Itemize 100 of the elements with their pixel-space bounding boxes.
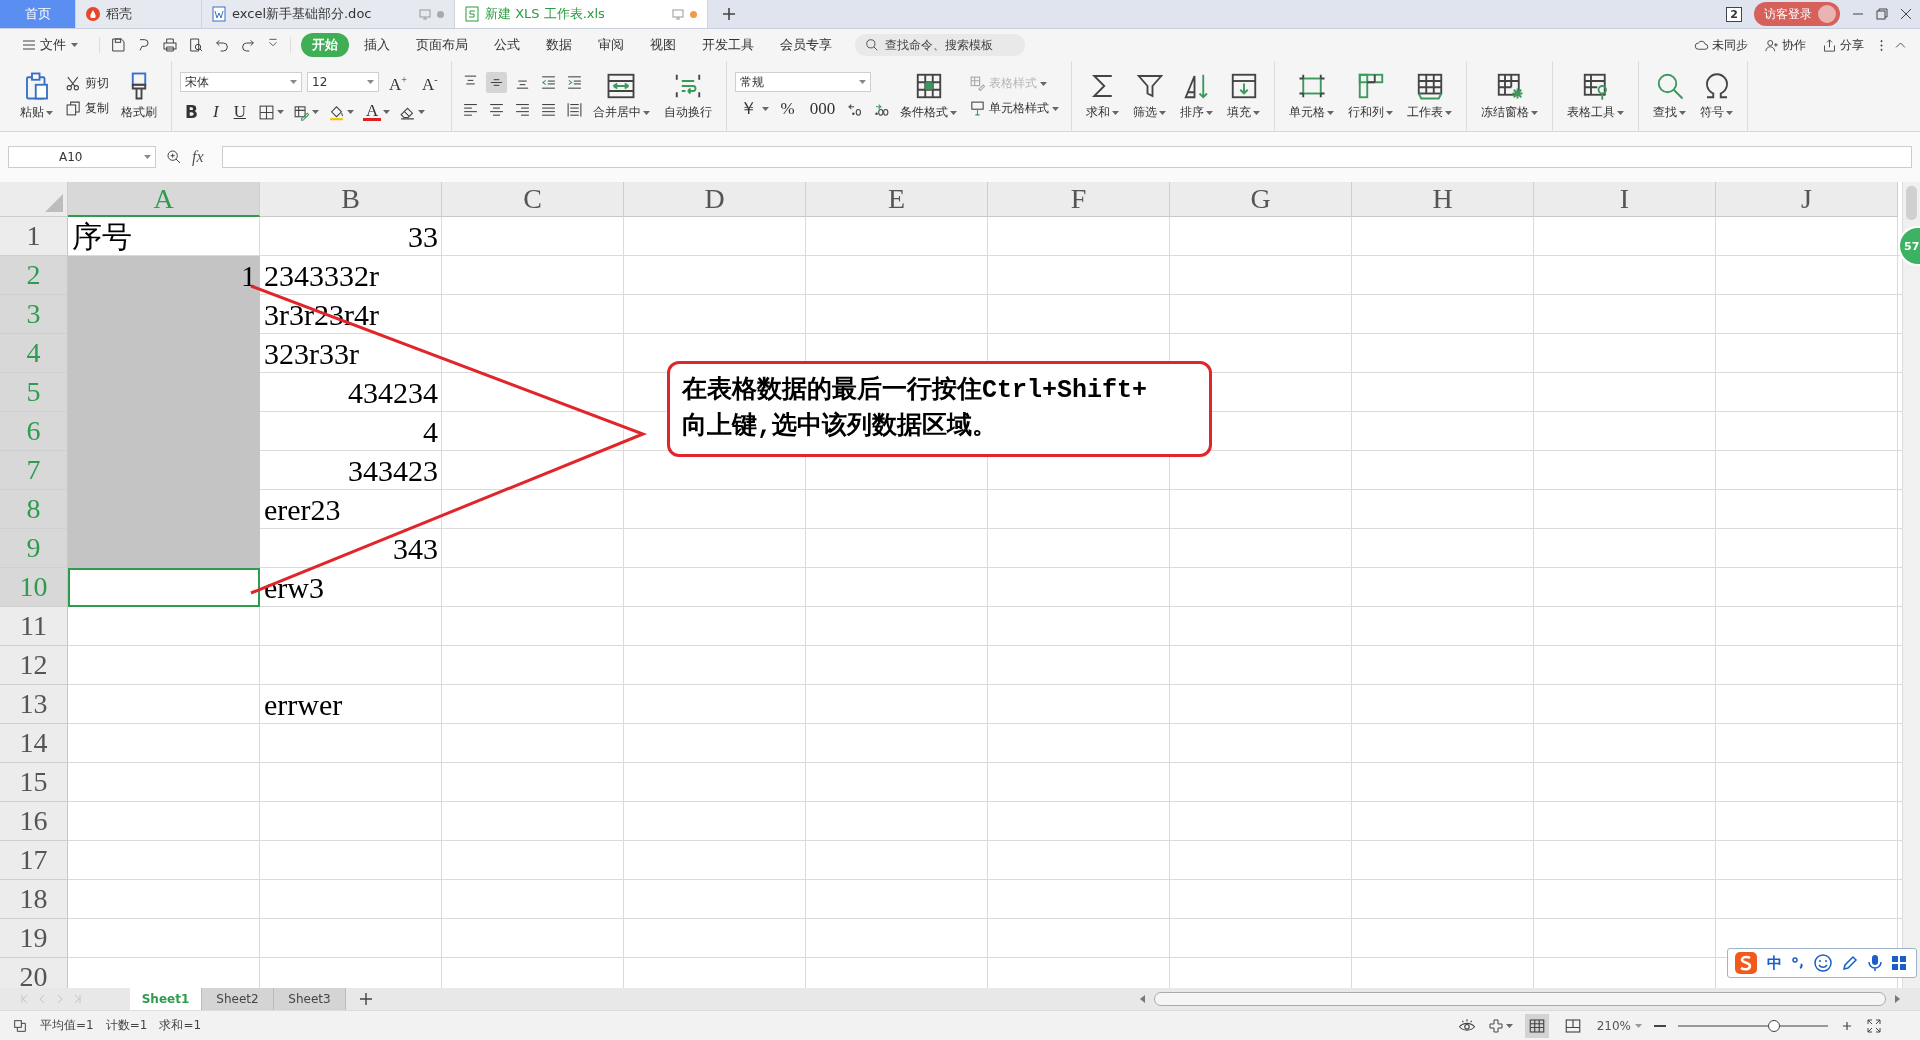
name-box[interactable]: A10 — [8, 146, 156, 168]
ribbon-button[interactable]: 单元格样式 — [965, 100, 1064, 117]
border-grid-icon — [257, 103, 275, 121]
zoom-level[interactable]: 210% — [1596, 1018, 1642, 1033]
search-field[interactable]: 查找命令、搜索模板 — [855, 34, 1025, 56]
ribbon-button[interactable]: 条件格式 — [894, 61, 964, 131]
row-header[interactable]: 17 — [0, 841, 68, 880]
format-button[interactable]: U — [228, 101, 251, 124]
sheet-tab[interactable]: Sheet1 — [130, 988, 202, 1010]
column-header[interactable]: E — [806, 182, 988, 217]
row-header[interactable]: 13 — [0, 685, 68, 724]
format-button[interactable]: A$^{-}$ — [416, 68, 443, 96]
format-button[interactable]: A$^{+}$ — [384, 68, 412, 96]
microphone-icon[interactable] — [1868, 954, 1882, 972]
menu-tab[interactable]: 视图 — [639, 33, 687, 57]
document-tab[interactable]: 新建 XLS 工作表.xls — [455, 0, 708, 28]
menu-tab[interactable]: 公式 — [483, 33, 531, 57]
login-button[interactable]: 访客登录 — [1754, 2, 1840, 26]
ribbon-button[interactable]: 筛选 — [1127, 61, 1173, 131]
status-dot — [437, 10, 444, 18]
row-header[interactable]: 12 — [0, 646, 68, 685]
caret-icon — [311, 110, 319, 115]
copy-icon — [65, 100, 82, 117]
format-button[interactable]: 000 — [804, 98, 841, 120]
view-button[interactable] — [1524, 1013, 1549, 1038]
punctuation-icon[interactable] — [1791, 955, 1805, 971]
row-header[interactable]: 20 — [0, 958, 68, 988]
toolbar-action[interactable]: 未同步 — [1688, 35, 1754, 55]
ribbon-button[interactable]: 自动换行 — [657, 61, 718, 131]
row-header[interactable]: 16 — [0, 802, 68, 841]
ribbon-button[interactable]: 表格工具 — [1561, 61, 1631, 131]
ribbon-button[interactable]: 排序 — [1174, 61, 1220, 131]
formula-input[interactable] — [221, 146, 1912, 168]
menu-tab[interactable]: 会员专享 — [769, 33, 843, 57]
ribbon-button[interactable]: 剪切 — [61, 75, 113, 92]
ribbon-button[interactable]: 粘贴 — [14, 61, 59, 131]
column-header[interactable]: B — [260, 182, 442, 217]
menu-tab[interactable]: 数据 — [535, 33, 583, 57]
toolbar-action[interactable]: 协作 — [1758, 35, 1812, 55]
logo-icon[interactable] — [1734, 951, 1758, 975]
caret-icon — [46, 110, 53, 115]
menu-tab[interactable]: 审阅 — [587, 33, 635, 57]
ribbon-button[interactable]: 填充 — [1221, 61, 1267, 131]
column-header[interactable]: H — [1352, 182, 1534, 217]
ribbon-button[interactable]: 冻结窗格 — [1475, 61, 1545, 131]
input-mode[interactable]: 中 — [1767, 953, 1782, 973]
toolbar-button[interactable] — [485, 72, 507, 93]
caret-icon — [1040, 81, 1048, 86]
ribbon-button[interactable]: 工作表 — [1401, 61, 1459, 131]
font-dropdown[interactable]: 宋体 — [180, 72, 302, 92]
menu-tab[interactable]: 页面布局 — [405, 33, 479, 57]
row-header[interactable]: 1 — [0, 217, 68, 256]
document-tab[interactable]: excel新手基础部分.doc — [202, 0, 455, 28]
ribbon-button[interactable]: 合并居中 — [586, 61, 656, 131]
sheet-tab[interactable]: Sheet2 — [202, 988, 274, 1010]
scrollbar-thumb[interactable] — [1154, 992, 1886, 1006]
minus-icon[interactable] — [1654, 1024, 1666, 1027]
function-button[interactable]: fx — [192, 148, 204, 166]
document-tab[interactable]: 稻壳 — [76, 0, 202, 28]
pencil-icon[interactable] — [1841, 954, 1859, 972]
column-header[interactable]: I — [1534, 182, 1716, 217]
ribbon-button[interactable]: 复制 — [61, 100, 113, 117]
menu-tab[interactable]: 插入 — [353, 33, 401, 57]
menu-tab[interactable]: 开发工具 — [691, 33, 765, 57]
scrollbar-thumb[interactable] — [1906, 186, 1917, 220]
ribbon-button[interactable]: 求和 — [1080, 61, 1126, 131]
format-button[interactable]: I — [207, 101, 224, 124]
format-button[interactable]: ￥ — [734, 98, 771, 120]
column-header[interactable]: F — [988, 182, 1170, 217]
ribbon-button[interactable]: 单元格 — [1283, 61, 1341, 131]
column-header[interactable]: G — [1170, 182, 1352, 217]
ribbon-button[interactable]: 查找 — [1647, 61, 1693, 131]
monitor-icon — [419, 8, 431, 20]
ribbon-button[interactable]: 格式刷 — [115, 61, 163, 131]
scroll-right-icon[interactable] — [1894, 995, 1900, 1003]
emoji-icon[interactable] — [1814, 954, 1832, 972]
window-count[interactable]: 2 — [1726, 6, 1742, 22]
column-header[interactable]: J — [1716, 182, 1898, 217]
row-header[interactable]: 18 — [0, 880, 68, 919]
row-header[interactable]: 15 — [0, 763, 68, 802]
format-dropdown[interactable]: 常规 — [734, 72, 871, 92]
row-header[interactable]: 14 — [0, 724, 68, 763]
restore-icon[interactable] — [1876, 8, 1888, 20]
format-button[interactable]: A — [360, 101, 393, 124]
column-header[interactable]: D — [624, 182, 806, 217]
ribbon-button[interactable]: 行和列 — [1342, 61, 1400, 131]
row-header[interactable]: 19 — [0, 919, 68, 958]
slider-thumb[interactable] — [1768, 1019, 1780, 1032]
row-header[interactable]: 11 — [0, 607, 68, 646]
scroll-left-icon[interactable] — [1140, 995, 1146, 1003]
format-button[interactable]: % — [775, 98, 800, 120]
size-dropdown[interactable]: 12 — [307, 72, 379, 92]
format-button[interactable]: B — [180, 101, 203, 124]
file-menu[interactable]: 文件 — [12, 33, 89, 57]
column-header[interactable]: C — [442, 182, 624, 217]
sheet-tab[interactable]: Sheet3 — [274, 988, 346, 1010]
close-icon[interactable] — [1900, 8, 1912, 20]
toolbar-action[interactable]: 分享 — [1816, 35, 1870, 55]
ribbon-button[interactable]: 符号 — [1694, 61, 1740, 131]
grid-icon[interactable] — [1891, 955, 1907, 971]
